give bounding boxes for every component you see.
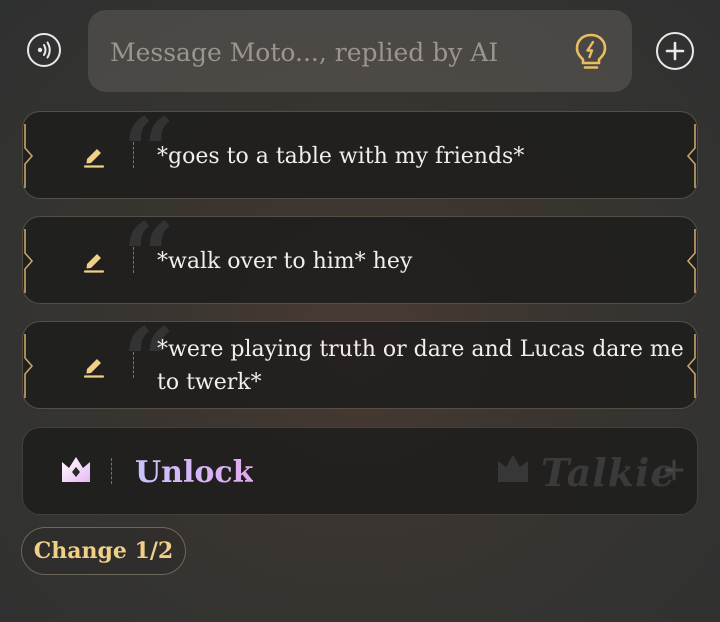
add-button[interactable] [656, 32, 694, 70]
card-edge-ornament [24, 124, 34, 188]
divider [133, 352, 134, 378]
pencil-icon [83, 254, 105, 273]
unlock-label: Unlock [135, 428, 253, 514]
suggestion-card[interactable]: “ *were playing truth or dare and Lucas … [22, 316, 698, 409]
plus-icon [664, 459, 684, 481]
card-edge-ornament [686, 334, 696, 398]
suggestion-card[interactable]: “ *walk over to him* hey [22, 211, 698, 304]
divider [111, 458, 112, 484]
suggestion-text: *walk over to him* hey [157, 248, 413, 274]
card-edge-ornament [24, 334, 34, 398]
divider [133, 247, 134, 273]
crown-icon [62, 457, 90, 482]
pencil-icon [83, 359, 105, 378]
unlock-card[interactable]: Unlock Talkie [22, 427, 698, 515]
voice-button[interactable] [27, 33, 61, 67]
message-field[interactable] [88, 10, 632, 94]
message-input[interactable] [108, 10, 552, 94]
suggestion-card[interactable]: “ *goes to a table with my friends* [22, 106, 698, 199]
card-edge-ornament [686, 229, 696, 293]
card-edge-ornament [24, 229, 34, 293]
lightbulb-icon[interactable] [573, 32, 609, 72]
composer-bar [0, 0, 720, 100]
suggestion-text: *were playing truth or dare and Lucas da… [157, 337, 684, 395]
talkie-crown-icon [498, 455, 528, 482]
card-edge-ornament [686, 124, 696, 188]
change-button[interactable]: Change 1/2 [21, 527, 186, 575]
suggestion-text: *goes to a table with my friends* [157, 143, 525, 169]
pencil-icon [83, 149, 105, 168]
talkie-brand: Talkie [541, 449, 676, 495]
voice-wave-icon [37, 41, 51, 59]
plus-icon [665, 41, 685, 61]
divider [133, 142, 134, 168]
